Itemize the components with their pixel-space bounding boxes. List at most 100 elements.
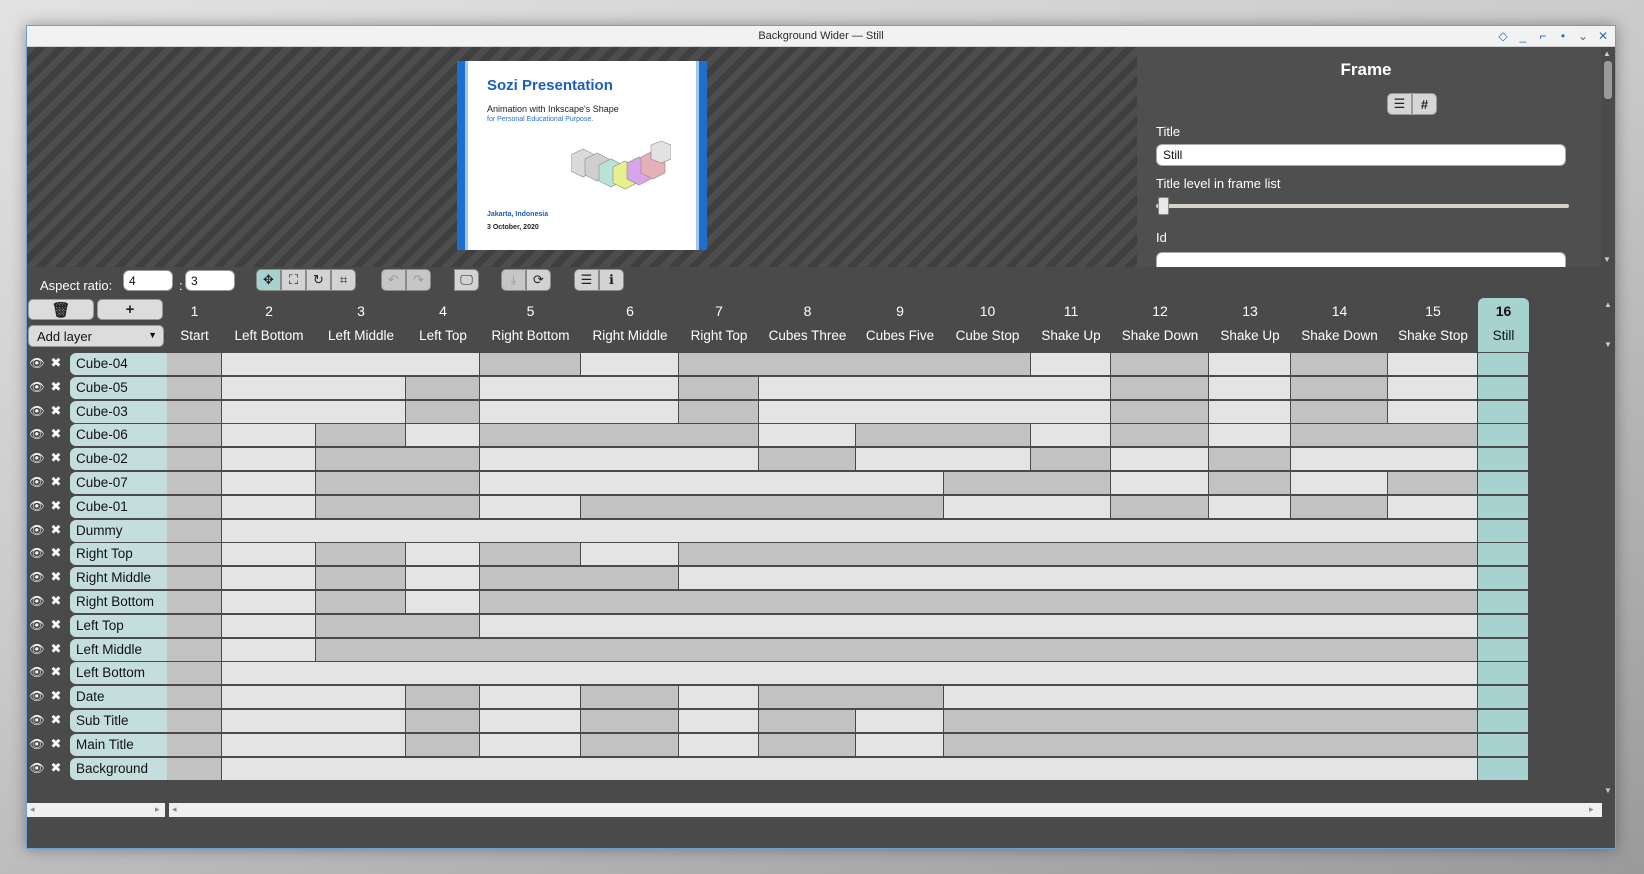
title-level-slider[interactable] (1156, 204, 1569, 208)
timeline-cell[interactable] (1478, 472, 1529, 495)
eye-icon[interactable]: 👁 (29, 593, 45, 609)
timeline-cell[interactable] (581, 543, 679, 567)
timeline-cell[interactable] (406, 376, 480, 400)
timeline-cell[interactable] (1291, 376, 1388, 400)
timeline-cell[interactable] (167, 614, 222, 638)
layer-name[interactable]: Main Title (70, 733, 167, 756)
frame-column-header[interactable]: 5 Right Bottom (480, 298, 581, 352)
timeline-cell[interactable] (679, 376, 759, 400)
frame-column-header[interactable]: 1 Start (167, 298, 222, 352)
timeline-cell[interactable] (1111, 376, 1209, 400)
timeline-cell[interactable] (167, 448, 222, 472)
timeline-cell[interactable] (759, 424, 856, 448)
timeline-cell[interactable] (480, 591, 1478, 614)
timeline-cell[interactable] (679, 353, 1031, 376)
timeline-cell[interactable] (1478, 519, 1529, 543)
save-button[interactable]: ⤓ (501, 269, 526, 291)
layer-name[interactable]: Right Middle (70, 567, 167, 590)
timeline-cell[interactable] (1478, 495, 1529, 519)
remove-layer-icon[interactable]: ✖ (48, 426, 64, 442)
timeline-cell[interactable] (167, 757, 222, 781)
scroll-left-icon[interactable]: ◂ (30, 804, 35, 815)
timeline-cell[interactable] (167, 376, 222, 400)
eye-icon[interactable]: 👁 (29, 498, 45, 514)
remove-layer-icon[interactable]: ✖ (48, 569, 64, 585)
timeline-cell[interactable] (222, 591, 316, 614)
layer-name[interactable]: Left Bottom (70, 662, 167, 685)
timeline-cell[interactable] (759, 376, 1111, 400)
timeline-cell[interactable] (856, 710, 944, 733)
timeline-cell[interactable] (406, 424, 480, 448)
timeline-cell[interactable] (581, 710, 679, 733)
frame-column-header[interactable]: 7 Right Top (679, 298, 759, 352)
timeline-cell[interactable] (316, 567, 406, 591)
timeline-cell[interactable] (167, 519, 222, 543)
frame-column-header[interactable]: 3 Left Middle (316, 298, 406, 352)
close-icon[interactable]: ✕ (1595, 28, 1611, 44)
timeline-cell[interactable] (480, 495, 581, 519)
timeline-cell[interactable] (581, 733, 679, 757)
timeline-cell[interactable] (222, 638, 316, 662)
timeline-cell[interactable] (480, 448, 759, 472)
frame-column-header[interactable]: 2 Left Bottom (222, 298, 316, 352)
timeline-cell[interactable] (480, 733, 581, 757)
eye-icon[interactable]: 👁 (29, 403, 45, 419)
timeline-cell[interactable] (1209, 424, 1291, 448)
timeline-cell[interactable] (1111, 495, 1209, 519)
timeline-cell[interactable] (222, 400, 406, 424)
timeline-cell[interactable] (406, 543, 480, 567)
eye-icon[interactable]: 👁 (29, 379, 45, 395)
eye-icon[interactable]: 👁 (29, 569, 45, 585)
timeline-cell[interactable] (480, 472, 944, 495)
timeline-cell[interactable] (222, 448, 316, 472)
aspect-height-input[interactable]: 3 (185, 270, 235, 291)
timeline-cell[interactable] (406, 686, 480, 710)
timeline-cell[interactable] (1388, 495, 1478, 519)
timeline-cell[interactable] (316, 472, 480, 495)
timeline-cell[interactable] (222, 424, 316, 448)
timeline-cell[interactable] (759, 448, 856, 472)
remove-layer-icon[interactable]: ✖ (48, 593, 64, 609)
add-frame-button[interactable]: + (97, 299, 163, 320)
timeline-cell[interactable] (480, 543, 581, 567)
timeline-h-scrollbar[interactable]: ◂ ▸ (169, 803, 1602, 817)
timeline-cell[interactable] (480, 376, 679, 400)
remove-layer-icon[interactable]: ✖ (48, 355, 64, 371)
layer-name[interactable]: Cube-05 (70, 376, 167, 399)
frame-column-header[interactable]: 4 Left Top (406, 298, 480, 352)
timeline-cell[interactable] (581, 686, 679, 710)
timeline-cell[interactable] (167, 662, 222, 686)
timeline-cell[interactable] (316, 448, 480, 472)
remove-layer-icon[interactable]: ✖ (48, 545, 64, 561)
frame-column-header[interactable]: 13 Shake Up (1209, 298, 1291, 352)
remove-layer-icon[interactable]: ✖ (48, 474, 64, 490)
timeline-cell[interactable] (944, 710, 1478, 733)
timeline-cell[interactable] (222, 662, 1478, 686)
timeline-scroll-left-icon[interactable]: ◂ (172, 804, 177, 815)
scroll-up-icon[interactable]: ▲ (1603, 49, 1611, 58)
timeline-cell[interactable] (1388, 376, 1478, 400)
eye-icon[interactable]: 👁 (29, 712, 45, 728)
slide-preview-area[interactable]: Sozi Presentation Animation with Inkscap… (27, 47, 1137, 267)
layer-name[interactable]: Dummy (70, 519, 167, 542)
layer-name[interactable]: Cube-01 (70, 495, 167, 518)
title-input[interactable]: Still (1156, 144, 1566, 166)
info-button[interactable]: ℹ (599, 269, 624, 291)
timeline-cell[interactable] (944, 495, 1111, 519)
timeline-cell[interactable] (222, 519, 1478, 543)
timeline-cell[interactable] (1388, 353, 1478, 376)
timeline-cell[interactable] (406, 733, 480, 757)
remove-layer-icon[interactable]: ✖ (48, 641, 64, 657)
timeline-cell[interactable] (1111, 353, 1209, 376)
timeline-cell[interactable] (167, 472, 222, 495)
timeline-cell[interactable] (1388, 472, 1478, 495)
timeline-cell[interactable] (1291, 353, 1388, 376)
timeline-cell[interactable] (1291, 495, 1388, 519)
timeline-cell[interactable] (480, 686, 581, 710)
frame-column-header[interactable]: 16 Still (1478, 298, 1529, 352)
timeline-cell[interactable] (316, 638, 1478, 662)
timeline-cell[interactable] (1478, 733, 1529, 757)
undo-button[interactable]: ↶ (381, 269, 406, 291)
timeline-cell[interactable] (167, 591, 222, 614)
layer-name[interactable]: Date (70, 686, 167, 709)
